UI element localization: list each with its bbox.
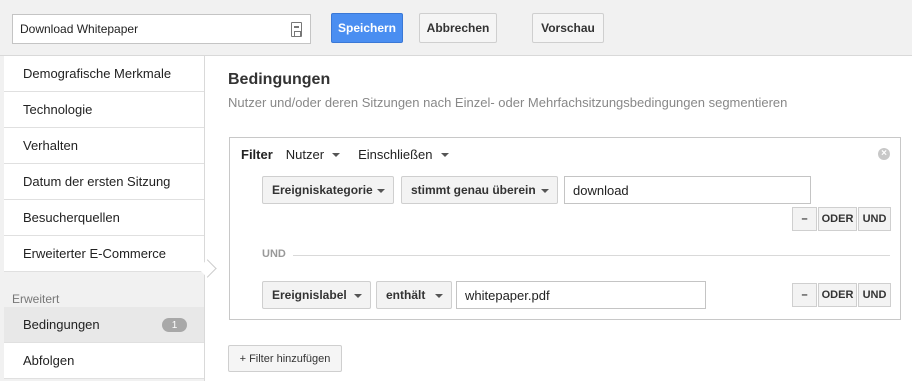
chevron-down-icon bbox=[354, 294, 362, 298]
or-condition-button[interactable]: ODER bbox=[818, 283, 857, 307]
sidebar-item-label: Datum der ersten Sitzung bbox=[23, 174, 171, 189]
sidebar-item-label: Erweiterter E-Commerce bbox=[23, 246, 167, 261]
remove-condition-button[interactable]: – bbox=[792, 283, 817, 307]
chevron-down-icon bbox=[377, 189, 385, 193]
condition-dimension-value: Ereignislabel bbox=[272, 288, 347, 302]
sidebar-item-verhalten[interactable]: Verhalten bbox=[4, 128, 204, 164]
sidebar-item-besucherquellen[interactable]: Besucherquellen bbox=[4, 200, 204, 236]
condition-operator-select[interactable]: enthält bbox=[376, 281, 452, 309]
sidebar-section-heading: Erweitert bbox=[12, 292, 60, 306]
chevron-down-icon bbox=[440, 152, 449, 157]
condition-dimension-value: Ereigniskategorie bbox=[272, 183, 373, 197]
segment-editor-toolbar: Speichern Abbrechen Vorschau bbox=[0, 0, 912, 56]
sidebar-item-bedingungen[interactable]: Bedingungen 1 bbox=[4, 307, 204, 343]
sidebar-item-label: Abfolgen bbox=[23, 353, 75, 368]
segment-name-input[interactable] bbox=[13, 15, 283, 43]
filter-panel: Filter Nutzer Einschließen × Ereigniskat… bbox=[229, 137, 901, 320]
sidebar-item-technologie[interactable]: Technologie bbox=[4, 92, 204, 128]
sidebar-item-demografische-merkmale[interactable]: Demografische Merkmale bbox=[4, 56, 204, 92]
save-button[interactable]: Speichern bbox=[331, 13, 403, 43]
preview-button[interactable]: Vorschau bbox=[532, 13, 604, 43]
add-filter-button[interactable]: + Filter hinzufügen bbox=[228, 345, 342, 372]
filter-mode-dropdown[interactable]: Einschließen bbox=[358, 147, 449, 162]
condition-value-field[interactable] bbox=[456, 281, 706, 309]
clipboard-icon[interactable] bbox=[291, 22, 302, 37]
condition-value-field[interactable] bbox=[564, 176, 811, 204]
condition-operator-value: enthält bbox=[386, 288, 426, 302]
chevron-down-icon bbox=[541, 189, 549, 193]
segment-name-field[interactable] bbox=[12, 14, 311, 44]
condition-dimension-select[interactable]: Ereigniskategorie bbox=[262, 176, 394, 204]
filter-mode-value: Einschließen bbox=[358, 147, 433, 162]
condition-count-badge: 1 bbox=[162, 318, 187, 332]
or-condition-button[interactable]: ODER bbox=[818, 207, 857, 231]
condition-value-input[interactable] bbox=[457, 282, 705, 308]
remove-condition-button[interactable]: – bbox=[792, 207, 817, 231]
filter-label: Filter bbox=[241, 147, 273, 162]
filter-scope-dropdown[interactable]: Nutzer bbox=[285, 147, 341, 162]
chevron-down-icon bbox=[332, 152, 341, 157]
and-condition-button[interactable]: UND bbox=[858, 207, 891, 231]
condition-operator-select[interactable]: stimmt genau überein bbox=[401, 176, 558, 204]
sidebar-item-label: Bedingungen bbox=[23, 317, 100, 332]
sidebar-item-label: Demografische Merkmale bbox=[23, 66, 172, 81]
condition-operator-value: stimmt genau überein bbox=[411, 183, 536, 197]
sidebar-item-abfolgen[interactable]: Abfolgen bbox=[4, 343, 204, 379]
chevron-down-icon bbox=[435, 294, 443, 298]
filter-scope-value: Nutzer bbox=[285, 147, 325, 162]
sidebar-item-label: Besucherquellen bbox=[23, 210, 120, 225]
remove-filter-icon[interactable]: × bbox=[878, 148, 890, 160]
page-title: Bedingungen bbox=[228, 71, 331, 88]
sidebar-item-datum-der-ersten-sitzung[interactable]: Datum der ersten Sitzung bbox=[4, 164, 204, 200]
filter-header: Filter Nutzer Einschließen bbox=[241, 147, 467, 162]
condition-dimension-select[interactable]: Ereignislabel bbox=[262, 281, 371, 309]
and-separator-line bbox=[293, 255, 890, 256]
and-condition-button[interactable]: UND bbox=[858, 283, 891, 307]
sidebar-item-label: Verhalten bbox=[23, 138, 78, 153]
condition-value-input[interactable] bbox=[565, 177, 810, 203]
and-separator-label: UND bbox=[262, 248, 286, 260]
cancel-button[interactable]: Abbrechen bbox=[419, 13, 497, 43]
page-subtitle: Nutzer und/oder deren Sitzungen nach Ein… bbox=[228, 95, 788, 110]
segment-category-sidebar: Demografische Merkmale Technologie Verha… bbox=[0, 56, 205, 381]
sidebar-item-erweiterter-e-commerce[interactable]: Erweiterter E-Commerce bbox=[4, 236, 204, 272]
sidebar-item-label: Technologie bbox=[23, 102, 93, 117]
